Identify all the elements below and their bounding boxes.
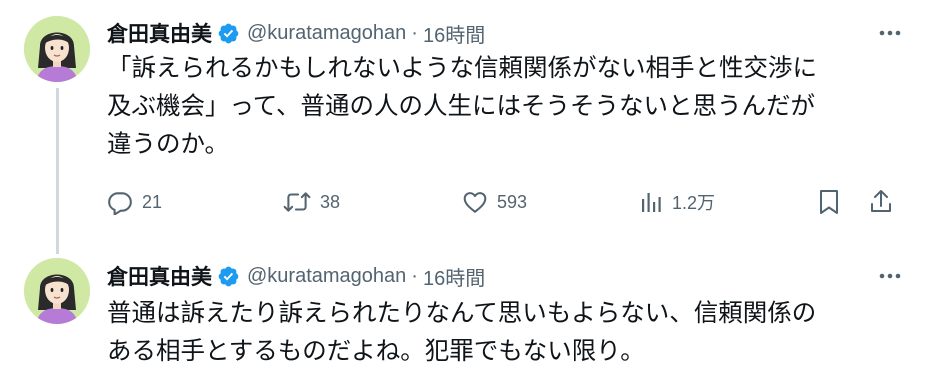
separator-dot: ·: [411, 21, 418, 44]
bookmark-button[interactable]: [817, 180, 841, 224]
views-count: 1.2万: [672, 193, 716, 213]
views-button[interactable]: 1.2万: [639, 180, 715, 224]
separator-dot: ·: [411, 264, 418, 287]
tweet-text-line: 違うのか。: [107, 129, 230, 158]
verified-badge-icon: [217, 265, 240, 288]
bar-chart-icon: [642, 193, 661, 212]
reply-count: 21: [142, 191, 163, 212]
heart-icon: [463, 192, 487, 213]
avatar[interactable]: [24, 16, 90, 82]
more-options-button[interactable]: [875, 263, 905, 289]
tweet-1[interactable]: 倉田真由美 @kuratamagohan · 16時間 「訴えられるかもしれない…: [0, 0, 925, 258]
avatar-illustration: [24, 258, 90, 324]
tweet-header: 倉田真由美 @kuratamagohan · 16時間: [107, 16, 905, 50]
bookmark-icon: [820, 190, 838, 214]
tweet-text-line: 及ぶ機会」って、普通の人の人生にはそうそうないと思うんだが: [107, 91, 816, 120]
tweet-2[interactable]: 倉田真由美 @kuratamagohan · 16時間 普通は訴えたり訴えられた…: [0, 258, 925, 385]
like-button[interactable]: 593: [462, 180, 527, 224]
tweet-text: 普通は訴えたり訴えられたりなんて思いもよらない、信頼関係の ある相手とするものだ…: [107, 294, 907, 370]
avatar-illustration: [24, 16, 90, 82]
tweet-timestamp[interactable]: 16時間: [423, 19, 485, 48]
tweet-header: 倉田真由美 @kuratamagohan · 16時間: [107, 259, 905, 293]
tweet-timestamp[interactable]: 16時間: [423, 262, 485, 291]
more-horizontal-icon: [879, 30, 901, 36]
reply-bubble-icon: [108, 192, 132, 215]
share-button[interactable]: [869, 180, 893, 224]
tweet-action-bar: 21 38 593 1.2万: [107, 180, 907, 224]
reply-button[interactable]: 21: [107, 180, 162, 224]
more-options-button[interactable]: [875, 20, 905, 46]
author-display-name[interactable]: 倉田真由美: [107, 261, 212, 291]
thread-connector-line: [56, 88, 59, 254]
tweet-text-line: 「訴えられるかもしれないような信頼関係がない相手と性交渉に: [107, 53, 818, 82]
retweet-button[interactable]: 38: [283, 180, 340, 224]
author-handle[interactable]: @kuratamagohan: [247, 265, 406, 288]
retweet-count: 38: [320, 191, 341, 212]
tweet-text-line: ある相手とするものだよね。犯罪でもない限り。: [107, 336, 645, 365]
like-count: 593: [497, 191, 528, 212]
more-horizontal-icon: [879, 273, 901, 279]
verified-badge-icon: [217, 22, 240, 45]
tweet-text: 「訴えられるかもしれないような信頼関係がない相手と性交渉に 及ぶ機会」って、普通…: [107, 49, 907, 163]
tweet-text-line: 普通は訴えたり訴えられたりなんて思いもよらない、信頼関係の: [107, 298, 817, 327]
avatar[interactable]: [24, 258, 90, 324]
author-display-name[interactable]: 倉田真由美: [107, 18, 212, 48]
retweet-arrows-icon: [283, 192, 311, 212]
author-handle[interactable]: @kuratamagohan: [247, 22, 406, 45]
share-upload-icon: [871, 190, 891, 212]
